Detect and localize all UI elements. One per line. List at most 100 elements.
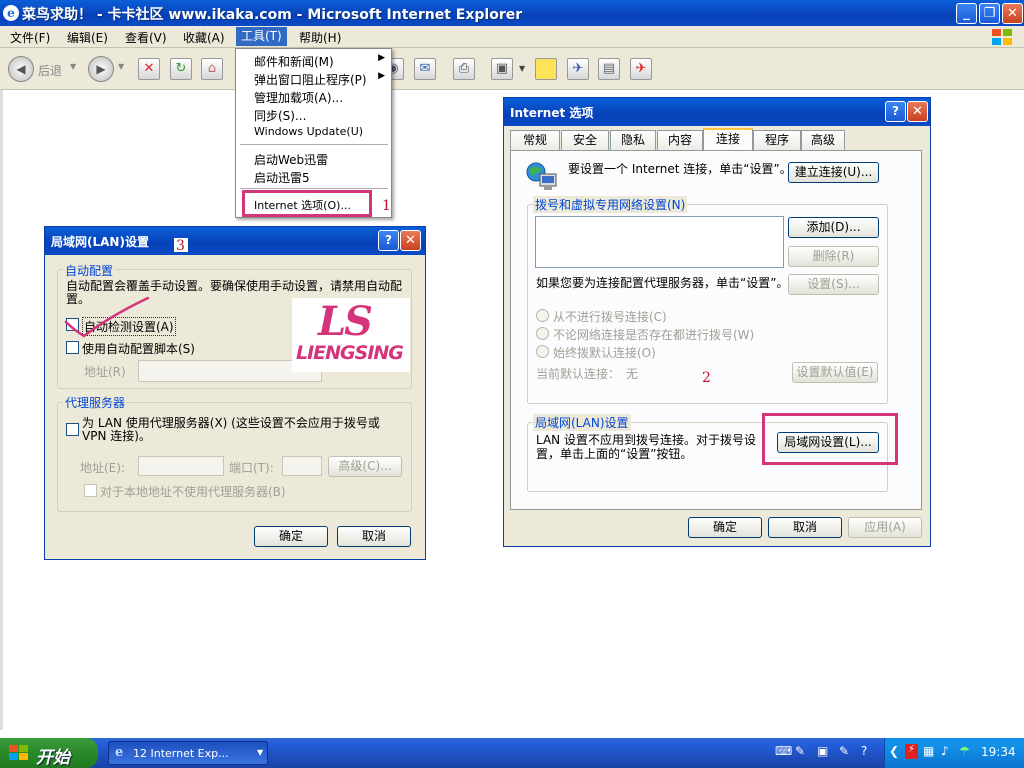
radio-never-dial[interactable] xyxy=(536,309,549,322)
menu-view[interactable]: 查看(V) xyxy=(122,29,170,46)
tab-content[interactable]: 内容 xyxy=(657,130,703,150)
menu-item-thunder5[interactable]: 启动迅雷5 xyxy=(254,169,310,186)
messenger-icon[interactable]: ✈ xyxy=(567,58,589,80)
auto-config-group-label: 自动配置 xyxy=(63,262,116,279)
menu-item-popup-blocker[interactable]: 弹出窗口阻止程序(P) xyxy=(254,71,367,88)
advanced-button[interactable]: 高级(C)... xyxy=(328,456,402,477)
settings-button[interactable]: 设置(S)... xyxy=(788,274,879,295)
minimize-button[interactable]: _ xyxy=(956,3,977,24)
umbrella-icon[interactable]: ☂ xyxy=(959,744,970,758)
dialog-title-bar: 局域网(LAN)设置 ? ✕ xyxy=(45,227,425,255)
radio-always-dial-label: 始终拨默认连接(O) xyxy=(553,346,656,360)
proxy-address-label: 地址(E): xyxy=(80,461,125,475)
dialog-close-button[interactable]: ✕ xyxy=(400,230,421,251)
tools-plugin-icon[interactable]: ▤ xyxy=(598,58,620,80)
network-icon[interactable]: ▦ xyxy=(923,744,934,758)
menu-favorites[interactable]: 收藏(A) xyxy=(180,29,228,46)
proxy-address-field[interactable] xyxy=(138,456,224,476)
tab-security[interactable]: 安全 xyxy=(561,130,609,150)
windows-flag-icon xyxy=(9,745,28,760)
tab-connections[interactable]: 连接 xyxy=(703,128,753,151)
home-icon[interactable]: ⌂ xyxy=(201,58,223,80)
back-arrow-icon[interactable]: ◀ xyxy=(8,56,34,82)
current-default-value: 无 xyxy=(626,367,639,381)
menu-item-mail-news[interactable]: 邮件和新闻(M) xyxy=(254,53,334,70)
logo-brand: LIENGSING xyxy=(296,342,404,364)
tab-programs[interactable]: 程序 xyxy=(753,130,801,150)
apply-button[interactable]: 应用(A) xyxy=(848,517,922,538)
bypass-local-checkbox[interactable] xyxy=(84,484,97,497)
tool-icon[interactable]: ✎ xyxy=(839,744,849,758)
back-label[interactable]: 后退 xyxy=(38,62,62,79)
auto-script-checkbox[interactable] xyxy=(66,341,79,354)
help-icon[interactable]: ? xyxy=(861,744,867,758)
lan-ok-button[interactable]: 确定 xyxy=(254,526,328,547)
stop-icon[interactable]: ✕ xyxy=(138,58,160,80)
keyboard-icon[interactable]: ⌨ xyxy=(775,744,792,758)
tab-privacy[interactable]: 隐私 xyxy=(610,130,656,150)
dialog-close-button[interactable]: ✕ xyxy=(907,101,928,122)
help-button[interactable]: ? xyxy=(378,230,399,251)
ie-icon: e xyxy=(115,745,124,760)
connections-list[interactable] xyxy=(535,216,784,268)
taskbar-item-ie[interactable]: e 12 Internet Exp... ▼ xyxy=(108,741,268,765)
lan-cancel-button[interactable]: 取消 xyxy=(337,526,411,547)
maximize-button[interactable]: ❐ xyxy=(979,3,1000,24)
cancel-button[interactable]: 取消 xyxy=(768,517,842,538)
menu-item-sync[interactable]: 同步(S)... xyxy=(254,107,306,124)
security-icon[interactable]: ⚡ xyxy=(905,744,918,759)
edit-icon[interactable]: ▣ xyxy=(491,58,513,80)
menu-item-web-thunder[interactable]: 启动Web迅雷 xyxy=(254,151,328,168)
clock: 19:34 xyxy=(981,745,1016,759)
network-globe-icon xyxy=(526,162,557,190)
radio-dial-when-no-net[interactable] xyxy=(536,327,549,340)
radio-always-dial[interactable] xyxy=(536,345,549,358)
mail-icon[interactable]: ✉ xyxy=(414,58,436,80)
menu-help[interactable]: 帮助(H) xyxy=(296,29,344,46)
ime-icon[interactable]: ▣ xyxy=(817,744,828,758)
pen-icon[interactable]: ✎ xyxy=(795,744,805,758)
step-label-1: 1 xyxy=(382,198,391,214)
start-button[interactable]: 开始 xyxy=(0,738,98,768)
menu-tools[interactable]: 工具(T) xyxy=(236,27,287,46)
menu-item-manage-addons[interactable]: 管理加载项(A)... xyxy=(254,89,343,106)
print-icon[interactable]: ⎙ xyxy=(453,58,475,80)
menu-edit[interactable]: 编辑(E) xyxy=(64,29,111,46)
use-proxy-label: 为 LAN 使用代理服务器(X) (这些设置不会应用于拨号或 VPN 连接)。 xyxy=(82,416,380,443)
menu-item-windows-update[interactable]: Windows Update(U) xyxy=(254,125,363,138)
radio-dial-when-no-net-label: 不论网络连接是否存在都进行拨号(W) xyxy=(553,328,755,342)
forward-arrow-icon[interactable]: ▶ xyxy=(88,56,114,82)
tray-collapse-icon[interactable]: ❮ xyxy=(889,744,899,758)
setup-text: 要设置一个 Internet 连接，单击“设置”。 xyxy=(568,162,792,176)
lan-group-label: 局域网(LAN)设置 xyxy=(533,414,631,431)
set-default-button[interactable]: 设置默认值(E) xyxy=(792,362,878,383)
close-button[interactable]: ✕ xyxy=(1002,3,1023,24)
help-button[interactable]: ? xyxy=(885,101,906,122)
remove-button[interactable]: 删除(R) xyxy=(788,246,879,267)
port-field[interactable] xyxy=(282,456,322,476)
use-proxy-checkbox[interactable] xyxy=(66,423,79,436)
tab-general[interactable]: 常规 xyxy=(510,130,560,150)
volume-icon[interactable]: ♪ xyxy=(941,744,949,758)
dialup-group-label: 拨号和虚拟专用网络设置(N) xyxy=(533,196,688,213)
bypass-local-label: 对于本地地址不使用代理服务器(B) xyxy=(100,485,286,499)
thunder-icon[interactable]: ✈ xyxy=(630,58,652,80)
tab-advanced[interactable]: 高级 xyxy=(801,130,845,150)
menu-separator xyxy=(240,144,388,145)
setup-connection-button[interactable]: 建立连接(U)... xyxy=(788,162,879,183)
menu-file[interactable]: 文件(F) xyxy=(7,29,53,46)
add-button[interactable]: 添加(D)... xyxy=(788,217,879,238)
current-default-label: 当前默认连接： xyxy=(536,367,621,381)
menu-separator xyxy=(240,188,388,189)
title-bar: e 菜鸟求助！ - 卡卡社区 www.ikaka.com - Microsoft… xyxy=(0,0,1024,26)
dialog-title: 局域网(LAN)设置 xyxy=(51,235,149,249)
note-icon[interactable] xyxy=(535,58,557,80)
back-dropdown-icon[interactable]: ▼ xyxy=(70,62,76,71)
menu-bar: 文件(F) 编辑(E) 查看(V) 收藏(A) 工具(T) 帮助(H) xyxy=(0,26,1024,48)
forward-dropdown-icon[interactable]: ▼ xyxy=(118,62,124,71)
ie-icon: e xyxy=(3,5,19,21)
taskbar-item-label: 12 Internet Exp... xyxy=(133,747,229,760)
refresh-icon[interactable]: ↻ xyxy=(170,58,192,80)
edit-dropdown-icon[interactable]: ▼ xyxy=(519,64,525,73)
ok-button[interactable]: 确定 xyxy=(688,517,762,538)
